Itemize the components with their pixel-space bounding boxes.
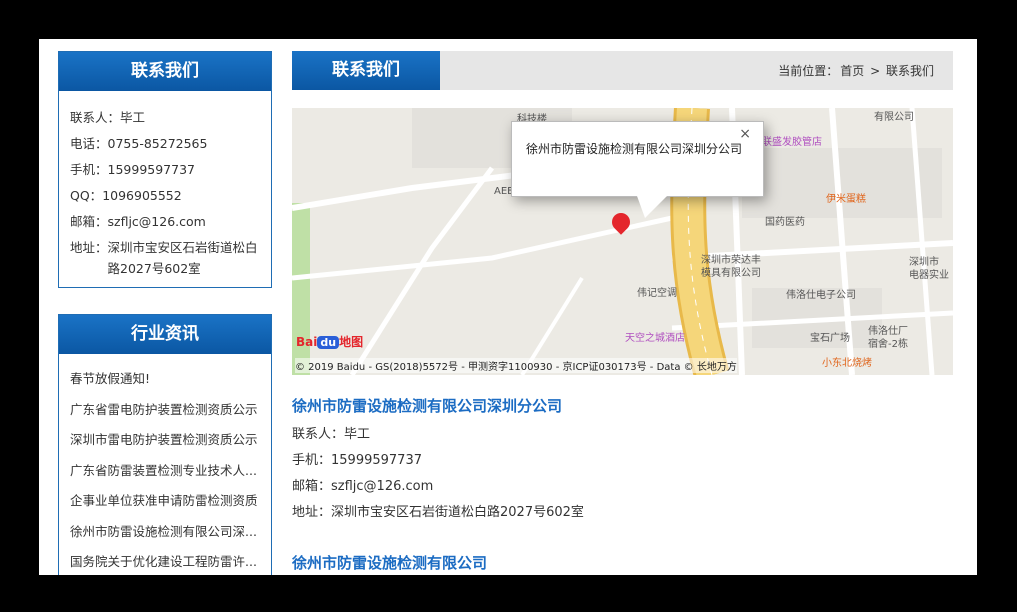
contact-row-address: 地址： 深圳市宝安区石岩街道松白路2027号602室 bbox=[70, 240, 258, 276]
contact-row-qq: QQ： 1096905552 bbox=[70, 188, 182, 203]
map-poi: 电器实业 bbox=[909, 270, 949, 281]
map-poi: 宝石广场 bbox=[810, 333, 850, 344]
map-poi: 小东北烧烤 bbox=[822, 358, 872, 369]
breadcrumb-current[interactable]: 联系我们 bbox=[886, 64, 934, 78]
map-poi: 伊米蛋糕 bbox=[826, 194, 866, 205]
news-item[interactable]: 企事业单位获准申请防雷检测资质 bbox=[70, 488, 262, 519]
popup-tail bbox=[637, 196, 667, 218]
main-content: 联系我们 当前位置： 首页 > 联系我们 联盛发胶管店 伊米蛋糕 国药医药 深圳… bbox=[292, 51, 953, 572]
main-section-title: 联系我们 bbox=[292, 51, 440, 90]
map-poi: 伟记空调 bbox=[637, 288, 677, 299]
map-info-popup: 徐州市防雷设施检测有限公司深圳分公司 × bbox=[511, 121, 764, 197]
map-poi: 伟洛仕电子公司 bbox=[786, 290, 856, 301]
sidebar-news-box: 行业资讯 春节放假通知! 广东省雷电防护装置检测资质公示 深圳市雷电防护装置检测… bbox=[58, 314, 272, 575]
map-copyright: © 2019 Baidu - GS(2018)5572号 - 甲测资字11009… bbox=[295, 358, 737, 373]
contact-row-mobile: 手机： 15999597737 bbox=[70, 162, 195, 177]
breadcrumb-home-link[interactable]: 首页 bbox=[840, 64, 864, 78]
map-poi: 有限公司 bbox=[874, 112, 914, 123]
news-item[interactable]: 徐州市防雷设施检测有限公司深... bbox=[70, 519, 262, 550]
device-frame: 联系我们 联系人： 毕工 电话： 0755-85272565 手机： 15999597… bbox=[0, 0, 1017, 612]
company-block: 徐州市防雷设施检测有限公司 bbox=[292, 553, 487, 575]
close-icon[interactable]: × bbox=[739, 126, 751, 142]
contact-row-person: 联系人： 毕工 bbox=[70, 110, 146, 125]
company-address: 地址：深圳市宝安区石岩街道松白路2027号602室 bbox=[292, 505, 584, 520]
news-item[interactable]: 深圳市雷电防护装置检测资质公示 bbox=[70, 427, 262, 458]
company-block: 徐州市防雷设施检测有限公司深圳分公司 联系人：毕工 手机：15999597737… bbox=[292, 396, 584, 526]
map-poi: 模具有限公司 bbox=[701, 268, 761, 279]
breadcrumb: 当前位置： 首页 > 联系我们 bbox=[778, 64, 934, 78]
map-poi: 联盛发胶管店 bbox=[762, 137, 822, 148]
news-list: 春节放假通知! 广东省雷电防护装置检测资质公示 深圳市雷电防护装置检测资质公示 … bbox=[59, 354, 271, 575]
popup-company-name: 徐州市防雷设施检测有限公司深圳分公司 bbox=[526, 142, 743, 156]
map-poi: 天空之城酒店 bbox=[625, 333, 685, 344]
sidebar-news-title: 行业资讯 bbox=[59, 315, 271, 354]
page-viewport: 联系我们 联系人： 毕工 电话： 0755-85272565 手机： 15999597… bbox=[39, 39, 977, 575]
news-item[interactable]: 广东省雷电防护装置检测资质公示 bbox=[70, 397, 262, 428]
contact-list: 联系人： 毕工 电话： 0755-85272565 手机： 15999597737 Q… bbox=[59, 91, 271, 287]
contact-row-email: 邮箱： szfljc@126.com bbox=[70, 214, 206, 229]
company-name: 徐州市防雷设施检测有限公司 bbox=[292, 554, 488, 572]
main-header-bar: 联系我们 当前位置： 首页 > 联系我们 bbox=[292, 51, 953, 90]
company-email: 邮箱：szfljc@126.com bbox=[292, 479, 434, 494]
company-name: 徐州市防雷设施检测有限公司深圳分公司 bbox=[292, 397, 563, 415]
news-item[interactable]: 广东省防雷装置检测专业技术人... bbox=[70, 458, 262, 489]
baidu-map-logo[interactable]: Bai du 地图 bbox=[296, 333, 363, 350]
sidebar-contact-box: 联系我们 联系人： 毕工 电话： 0755-85272565 手机： 15999597… bbox=[58, 51, 272, 288]
map-poi: 宿舍-2栋 bbox=[868, 339, 908, 350]
baidu-map[interactable]: 联盛发胶管店 伊米蛋糕 国药医药 深圳市荣达丰 模具有限公司 伟记空调 伟洛仕电… bbox=[292, 108, 953, 375]
news-item[interactable]: 国务院关于优化建设工程防雷许... bbox=[70, 549, 262, 575]
sidebar-contact-title: 联系我们 bbox=[59, 52, 271, 91]
company-mobile: 手机：15999597737 bbox=[292, 453, 422, 468]
map-poi: 国药医药 bbox=[765, 217, 805, 228]
contact-row-phone: 电话： 0755-85272565 bbox=[70, 136, 208, 151]
news-item[interactable]: 春节放假通知! bbox=[70, 366, 262, 397]
company-contact-person: 联系人：毕工 bbox=[292, 427, 371, 442]
